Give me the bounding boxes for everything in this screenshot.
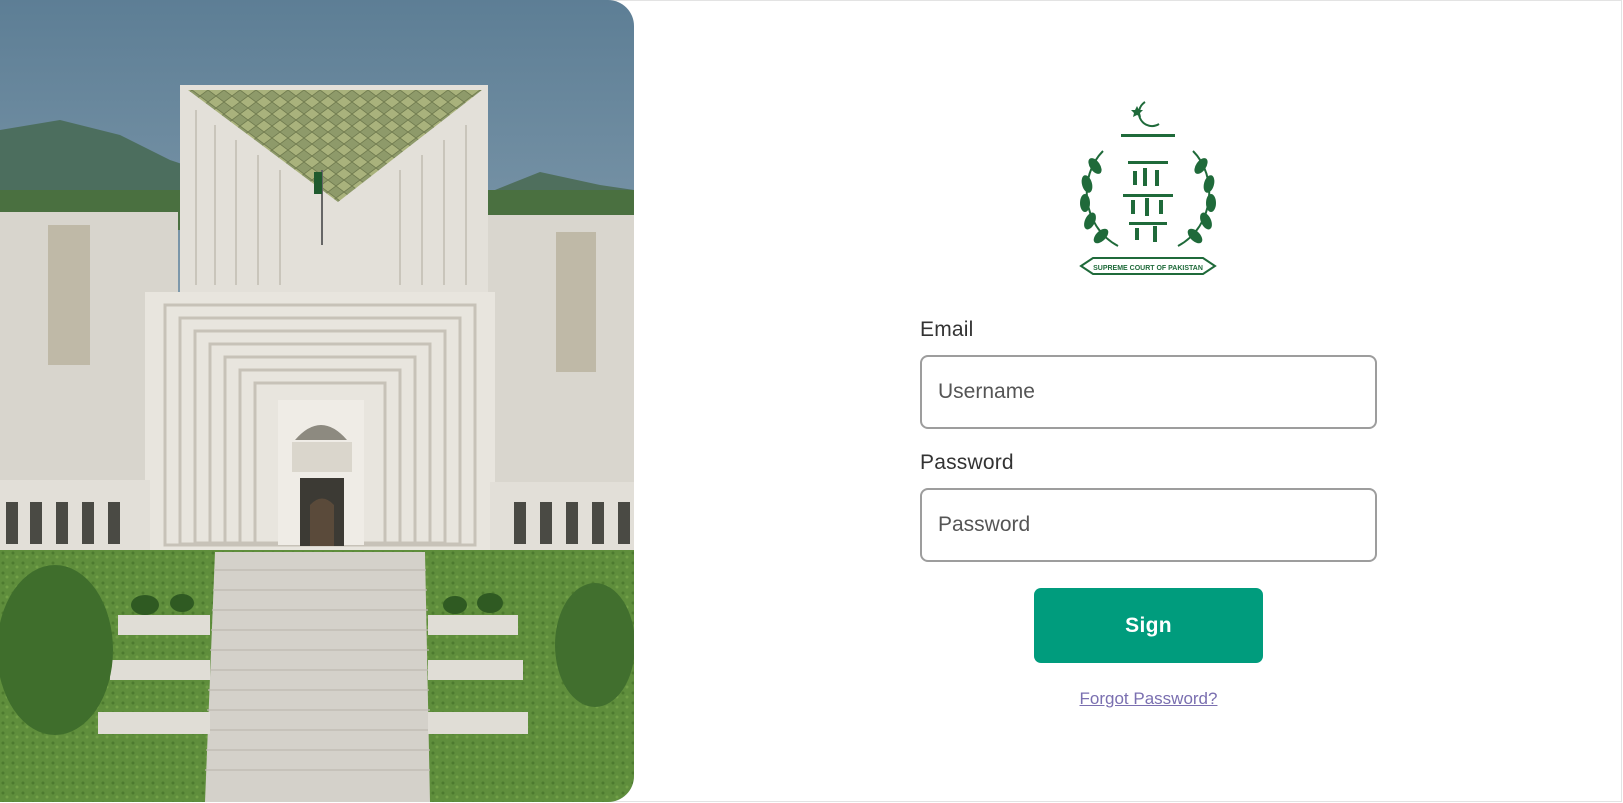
- password-label: Password: [920, 451, 1014, 474]
- forgot-password-link[interactable]: Forgot Password?: [1076, 689, 1221, 709]
- hero-image: [0, 0, 634, 802]
- sign-button[interactable]: Sign: [1034, 588, 1263, 663]
- password-input[interactable]: [920, 488, 1377, 562]
- email-input[interactable]: [920, 355, 1377, 429]
- emblem-ribbon-text: SUPREME COURT OF PAKISTAN: [1093, 265, 1203, 272]
- email-label: Email: [920, 318, 974, 341]
- supreme-court-emblem: SUPREME COURT OF PAKISTAN: [1073, 96, 1223, 286]
